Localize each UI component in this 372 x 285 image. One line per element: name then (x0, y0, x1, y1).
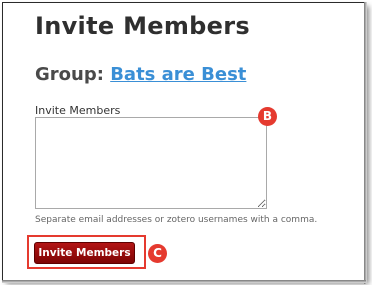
group-name-link[interactable]: Bats are Best (110, 64, 246, 85)
page-title: Invite Members (35, 12, 250, 40)
invite-members-textarea[interactable] (35, 117, 267, 209)
callout-marker-b: B (258, 107, 277, 126)
group-heading: Group: Bats are Best (35, 64, 246, 85)
callout-marker-c: C (148, 244, 167, 263)
group-prefix: Group: (35, 64, 104, 85)
invite-members-label: Invite Members (35, 104, 121, 117)
invite-hint-text: Separate email addresses or zotero usern… (35, 215, 318, 225)
invite-members-button[interactable]: Invite Members (34, 242, 135, 264)
frame-shadow-bottom (2, 280, 366, 283)
frame-shadow-right (364, 2, 367, 284)
